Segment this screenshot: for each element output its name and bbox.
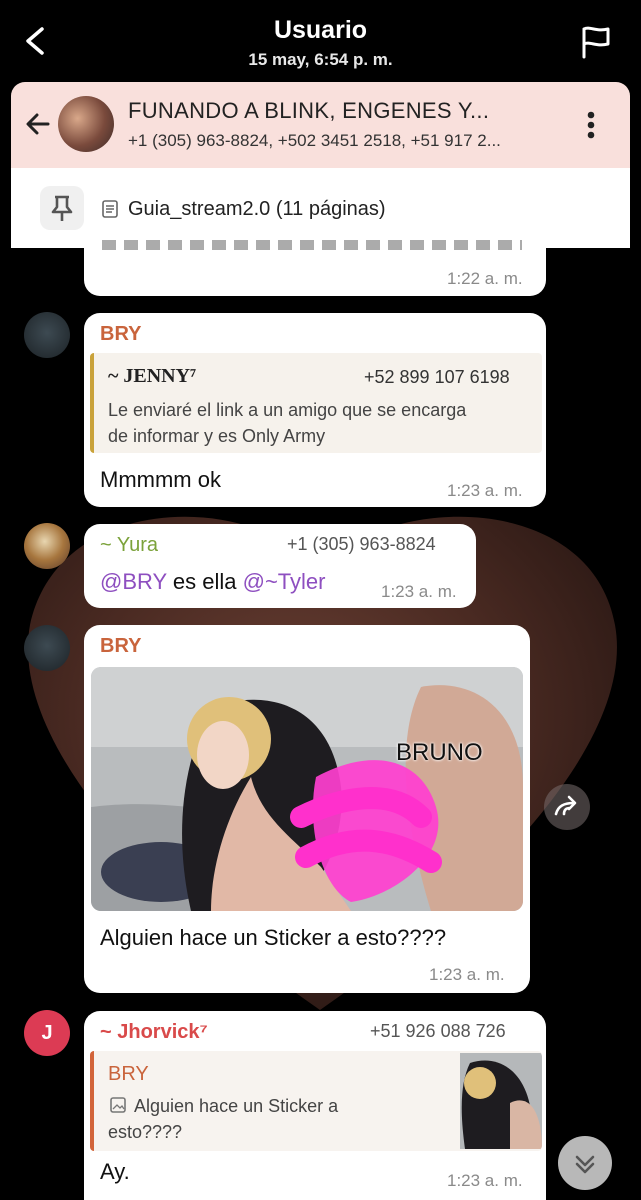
reply-text: Le enviaré el link a un amigo que se enc…	[108, 400, 467, 446]
chat-back-icon[interactable]	[24, 110, 52, 138]
forward-button[interactable]	[544, 784, 590, 830]
user-avatar[interactable]	[24, 625, 70, 671]
reply-name: BRY	[108, 1063, 149, 1085]
group-name[interactable]: FUNANDO A BLINK, ENGENES Y...	[128, 98, 489, 124]
story-date: 15 may, 6:54 p. m.	[248, 50, 393, 69]
message-text: Ay.	[100, 1159, 130, 1184]
message-text: Mmmmm ok	[100, 467, 221, 492]
reply-text: Alguien hace un Sticker a esto????	[108, 1096, 339, 1142]
mention-link[interactable]: @BRY	[100, 569, 167, 594]
cut-off-text	[102, 240, 522, 250]
message-bubble[interactable]: BRY ~ JENNY⁷ +52 899 107 6198 Le enviaré…	[84, 313, 546, 507]
reply-quote[interactable]: BRY Alguien hace un Sticker a esto????	[90, 1051, 542, 1151]
message-bubble[interactable]: ~ Yura +1 (305) 963-8824 @BRY es ella @~…	[84, 524, 476, 608]
message-time: 1:22 a. m.	[447, 269, 523, 288]
reply-phone: +52 899 107 6198	[364, 367, 510, 387]
message-time: 1:23 a. m.	[447, 1171, 523, 1190]
avatar-letter: J	[41, 1022, 53, 1044]
user-avatar[interactable]	[24, 312, 70, 358]
photo-caption-overlay: BRUNO	[396, 739, 483, 766]
sender-name[interactable]: BRY	[100, 635, 141, 658]
chevron-double-down-icon	[575, 1155, 595, 1174]
message-time: 1:23 a. m.	[447, 481, 523, 500]
story-username: Usuario	[273, 16, 368, 44]
sender-name[interactable]: BRY	[100, 323, 141, 346]
sender-name[interactable]: ~ Yura	[100, 534, 158, 557]
pinned-message[interactable]: Guia_stream2.0 (11 páginas)	[128, 198, 386, 221]
group-avatar[interactable]	[58, 96, 114, 152]
reply-name: ~ JENNY⁷	[108, 365, 197, 387]
sender-phone: +1 (305) 963-8824	[287, 534, 436, 554]
user-avatar[interactable]: J	[24, 1010, 70, 1056]
message-text: Alguien hace un Sticker a esto????	[100, 925, 447, 950]
message-fragment: es ella	[166, 569, 243, 594]
message-time: 1:23 a. m.	[381, 582, 457, 601]
message-text: @BRY es ella @~Tyler	[100, 569, 325, 595]
message-photo[interactable]	[91, 667, 523, 911]
document-icon	[102, 200, 118, 218]
mention-link[interactable]: @~Tyler	[243, 569, 326, 594]
sender-name[interactable]: ~ Jhorvick⁷	[100, 1021, 208, 1044]
message-time: 1:23 a. m.	[429, 965, 505, 984]
sender-phone: +51 926 088 726	[370, 1021, 506, 1041]
pin-icon[interactable]	[40, 186, 84, 230]
reply-thumbnail	[460, 1053, 542, 1149]
message-bubble[interactable]: 1:22 a. m.	[84, 240, 546, 296]
reply-quote[interactable]: ~ JENNY⁷ +52 899 107 6198 Le enviaré el …	[90, 353, 542, 453]
message-bubble[interactable]: ~ Jhorvick⁷ +51 926 088 726 BRY Alguien …	[84, 1011, 546, 1200]
message-bubble[interactable]: BRY BRUNO Alguien hace un Sticker a esto…	[84, 625, 530, 993]
scroll-down-button[interactable]	[558, 1136, 612, 1190]
forward-icon	[554, 795, 577, 816]
more-options-icon[interactable]	[586, 110, 596, 140]
flag-icon[interactable]	[578, 24, 614, 60]
group-members: +1 (305) 963-8824, +502 3451 2518, +51 9…	[128, 131, 501, 150]
user-avatar[interactable]	[24, 523, 70, 569]
